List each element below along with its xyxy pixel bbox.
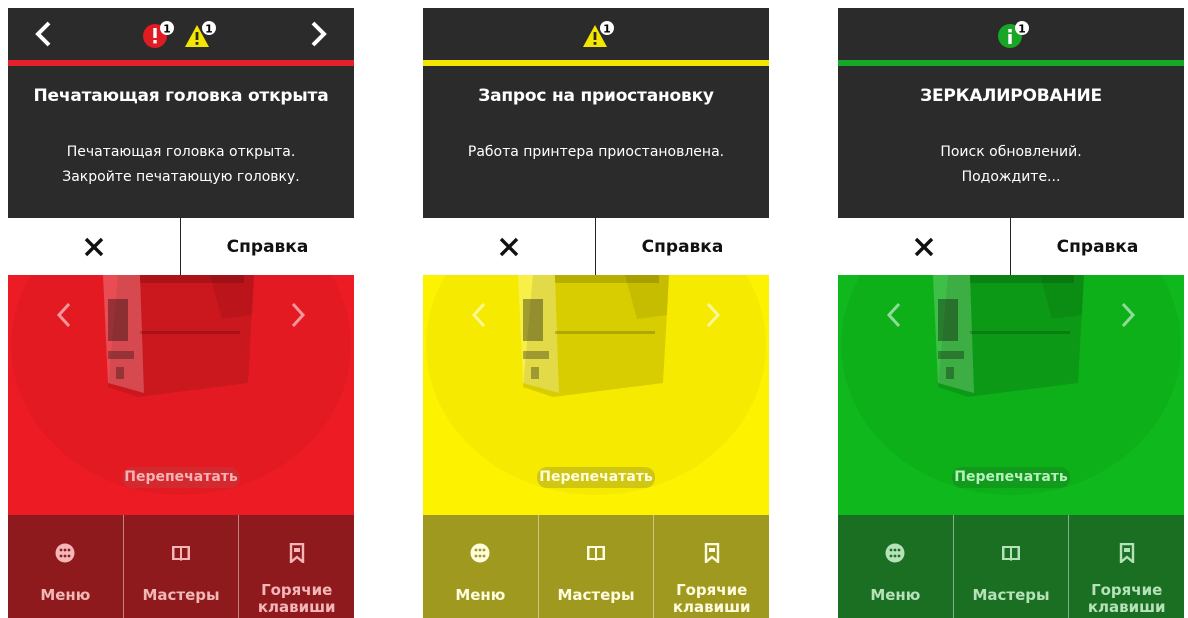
shortcuts-label: Горячие клавиши [654,582,769,616]
printer-carousel: Перепечатать [423,275,769,515]
printer-carousel: Перепечатать [838,275,1184,515]
menu-grid-icon [885,543,905,563]
wizards-label: Мастеры [142,586,220,604]
alert-line: Работа принтера приостановлена. [467,144,725,160]
help-button[interactable]: Справка [181,218,354,275]
book-icon [172,546,190,561]
shortcuts-label: Горячие клавиши [239,582,354,616]
shortcuts-label-line: Горячие [676,581,748,599]
menu-button[interactable]: Меню [8,515,123,618]
alert-description: Работа принтера приостановлена. [423,140,769,165]
help-button[interactable]: Справка [596,218,769,275]
shortcuts-button[interactable]: Горячие клавиши [653,515,769,618]
alert-line: Закройте печатающую головку. [62,169,300,185]
wizards-button[interactable]: Мастеры [537,515,654,618]
bookmark-icon [1119,543,1134,563]
close-icon [84,237,104,256]
screen-error: 1 1 Печатающая головка открыта Печатающа… [8,8,354,618]
shortcuts-label-line: клавиши [1087,598,1166,616]
menu-button[interactable]: Меню [838,515,953,618]
printer-carousel: Перепечатать [8,275,354,515]
warning-icon[interactable]: 1 [582,20,616,50]
error-icon[interactable]: 1 [142,20,176,50]
book-icon [587,546,605,561]
shortcuts-label: Горячие клавиши [1069,582,1184,616]
warning-count-badge: 1 [603,23,611,36]
menu-label: Меню [870,586,921,604]
alert-message: Печатающая головка открыта Печатающая го… [8,66,354,218]
menu-label: Меню [455,586,506,604]
alert-description: Печатающая головка открыта. Закройте печ… [8,140,354,190]
alert-line: Поиск обновлений. [940,144,1082,160]
warning-count-badge: 1 [205,23,213,36]
alert-actions: Справка [8,218,354,275]
carousel-right-arrow-icon[interactable] [1120,302,1136,328]
menu-button[interactable]: Меню [423,515,538,618]
menu-label: Меню [40,586,91,604]
shortcuts-button[interactable]: Горячие клавиши [1068,515,1184,618]
status-bar: 1 [423,8,769,60]
wizards-label: Мастеры [972,586,1050,604]
alert-line: Подождите... [961,169,1061,185]
menu-grid-icon [470,543,490,563]
alert-actions: Справка [423,218,769,275]
bottom-navigation: Меню Мастеры Горячие клавиши [423,515,769,618]
dismiss-button[interactable] [838,218,1010,275]
wizards-button[interactable]: Мастеры [952,515,1069,618]
shortcuts-label-line: клавиши [672,598,751,616]
bottom-navigation: Меню Мастеры Горячие клавиши [838,515,1184,618]
alert-title: Печатающая головка открыта [33,86,329,106]
reprint-button[interactable]: Перепечатать [537,467,655,488]
shortcuts-label-line: Горячие [1091,581,1163,599]
bookmark-icon [289,543,304,563]
warning-icon[interactable]: 1 [184,20,218,50]
close-icon [499,237,519,256]
carousel-right-arrow-icon[interactable] [705,302,721,328]
screen-warning: 1 Запрос на приостановку Работа принтера… [423,8,769,618]
alert-actions: Справка [838,218,1184,275]
carousel-right-arrow-icon[interactable] [290,302,306,328]
alert-message: ЗЕРКАЛИРОВАНИЕ Поиск обновлений. Подожди… [838,66,1184,218]
alert-line: Печатающая головка открыта. [66,144,296,160]
wizards-button[interactable]: Мастеры [122,515,239,618]
dismiss-button[interactable] [423,218,595,275]
book-icon [1002,546,1020,561]
shortcuts-label-line: Горячие [261,581,333,599]
shortcuts-label-line: клавиши [257,598,336,616]
wizards-label: Мастеры [557,586,635,604]
carousel-left-arrow-icon[interactable] [471,302,487,328]
help-button[interactable]: Справка [1011,218,1184,275]
status-bar: 1 1 [8,8,354,60]
alert-description: Поиск обновлений. Подождите... [838,140,1184,190]
next-alert-arrow-icon[interactable] [308,20,330,48]
carousel-left-arrow-icon[interactable] [886,302,902,328]
previous-alert-arrow-icon[interactable] [32,20,54,48]
reprint-button[interactable]: Перепечатать [952,467,1070,488]
menu-grid-icon [55,543,75,563]
screen-info: 1 ЗЕРКАЛИРОВАНИЕ Поиск обновлений. Подож… [838,8,1184,618]
status-bar: 1 [838,8,1184,60]
info-count-badge: 1 [1018,23,1026,36]
bottom-navigation: Меню Мастеры Горячие клавиши [8,515,354,618]
info-icon[interactable]: 1 [997,20,1031,50]
alert-title: Запрос на приостановку [478,86,714,106]
carousel-left-arrow-icon[interactable] [56,302,72,328]
reprint-button[interactable]: Перепечатать [122,467,240,488]
alert-message: Запрос на приостановку Работа принтера п… [423,66,769,218]
alert-title: ЗЕРКАЛИРОВАНИЕ [920,86,1102,106]
close-icon [914,237,934,256]
error-count-badge: 1 [163,23,171,36]
bookmark-icon [704,543,719,563]
shortcuts-button[interactable]: Горячие клавиши [238,515,354,618]
dismiss-button[interactable] [8,218,180,275]
